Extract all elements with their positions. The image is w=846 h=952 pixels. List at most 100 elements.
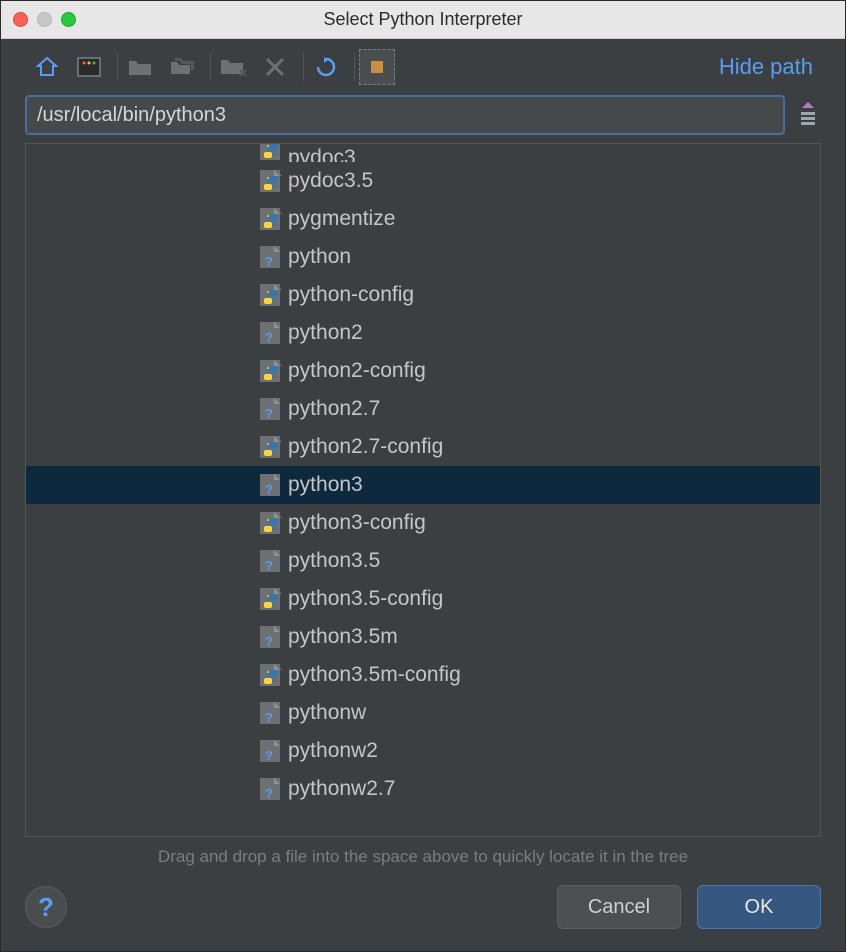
dialog-window: Select Python Interpreter <box>0 0 846 952</box>
toolbar: Hide path <box>1 39 845 95</box>
window-controls <box>13 12 76 27</box>
file-label: pygmentize <box>288 207 395 231</box>
unknown-file-icon: ? <box>258 548 284 574</box>
tree-row[interactable]: ? pythonw2.7 <box>26 770 820 808</box>
copy-folder-button[interactable] <box>164 49 200 85</box>
path-input[interactable] <box>25 95 785 135</box>
toolbar-separator <box>210 53 211 81</box>
folder-stack-icon <box>170 56 194 78</box>
path-row <box>1 95 845 143</box>
file-tree[interactable]: pydoc3 pydoc3.5 pygmentize? python python-co… <box>25 143 821 837</box>
python-file-icon <box>258 510 284 536</box>
tree-row[interactable]: ? python2 <box>26 314 820 352</box>
toolbar-separator <box>303 53 304 81</box>
file-label: python3.5 <box>288 549 380 573</box>
tree-row[interactable]: ? python3.5m <box>26 618 820 656</box>
unknown-file-icon: ? <box>258 738 284 764</box>
file-label: python2.7 <box>288 397 380 421</box>
file-label: python3.5m-config <box>288 663 461 687</box>
file-label: python-config <box>288 283 414 307</box>
folder-icon <box>128 57 152 77</box>
tree-row[interactable]: python3-config <box>26 504 820 542</box>
tree-row[interactable]: pydoc3 <box>26 144 820 162</box>
file-label: python3.5m <box>288 625 398 649</box>
file-label: python3-config <box>288 511 426 535</box>
tree-row[interactable]: ? pythonw2 <box>26 732 820 770</box>
python-file-icon <box>258 282 284 308</box>
python-file-icon <box>258 358 284 384</box>
svg-text:?: ? <box>265 254 273 269</box>
svg-text:?: ? <box>265 634 273 649</box>
help-button[interactable]: ? <box>25 886 67 928</box>
folder-new-icon <box>220 56 246 78</box>
file-label: python3.5-config <box>288 587 443 611</box>
tree-row[interactable]: pydoc3.5 <box>26 162 820 200</box>
project-icon <box>77 57 101 77</box>
tree-row[interactable]: python-config <box>26 276 820 314</box>
svg-text:?: ? <box>265 330 273 345</box>
file-label: python2-config <box>288 359 426 383</box>
home-icon <box>35 55 59 79</box>
history-button[interactable] <box>795 100 821 130</box>
home-button[interactable] <box>29 49 65 85</box>
eye-icon <box>367 57 387 77</box>
window-title: Select Python Interpreter <box>1 9 845 30</box>
project-button[interactable] <box>71 49 107 85</box>
close-window-button[interactable] <box>13 12 28 27</box>
refresh-icon <box>314 55 338 79</box>
refresh-button[interactable] <box>308 49 344 85</box>
svg-text:?: ? <box>265 786 273 801</box>
svg-text:?: ? <box>265 558 273 573</box>
toolbar-separator <box>354 53 355 81</box>
svg-text:?: ? <box>265 406 273 421</box>
bottom-row: ? Cancel OK <box>1 885 845 951</box>
file-label: python3 <box>288 473 363 497</box>
history-icon <box>798 102 818 128</box>
maximize-window-button[interactable] <box>61 12 76 27</box>
minimize-window-button[interactable] <box>37 12 52 27</box>
python-file-icon <box>258 586 284 612</box>
svg-text:?: ? <box>265 482 273 497</box>
python-file-icon <box>258 434 284 460</box>
drop-hint: Drag and drop a file into the space abov… <box>1 837 845 885</box>
cancel-button[interactable]: Cancel <box>557 885 681 929</box>
unknown-file-icon: ? <box>258 472 284 498</box>
unknown-file-icon: ? <box>258 624 284 650</box>
file-label: python <box>288 245 351 269</box>
ok-button[interactable]: OK <box>697 885 821 929</box>
delete-button[interactable] <box>257 49 293 85</box>
unknown-file-icon: ? <box>258 700 284 726</box>
svg-text:?: ? <box>265 748 273 763</box>
file-label: python2.7-config <box>288 435 443 459</box>
close-icon <box>265 57 285 77</box>
unknown-file-icon: ? <box>258 776 284 802</box>
python-file-icon <box>258 144 284 162</box>
unknown-file-icon: ? <box>258 320 284 346</box>
tree-row[interactable]: python2.7-config <box>26 428 820 466</box>
python-file-icon <box>258 168 284 194</box>
file-label: python2 <box>288 321 363 345</box>
tree-row[interactable]: python3.5m-config <box>26 656 820 694</box>
tree-row[interactable]: python2-config <box>26 352 820 390</box>
tree-row[interactable]: ? python2.7 <box>26 390 820 428</box>
file-label: pydoc3.5 <box>288 169 373 193</box>
tree-row[interactable]: ? python3 <box>26 466 820 504</box>
tree-row[interactable]: ?pythonw <box>26 694 820 732</box>
show-hidden-button[interactable] <box>359 49 395 85</box>
tree-row[interactable]: ? python <box>26 238 820 276</box>
python-file-icon <box>258 662 284 688</box>
toolbar-separator <box>117 53 118 81</box>
file-label: pythonw2.7 <box>288 777 395 801</box>
tree-row[interactable]: ? python3.5 <box>26 542 820 580</box>
svg-text:?: ? <box>265 710 273 725</box>
file-label: pydoc3 <box>288 146 356 162</box>
tree-row[interactable]: pygmentize <box>26 200 820 238</box>
hide-path-link[interactable]: Hide path <box>719 54 817 80</box>
new-folder-action-button[interactable] <box>215 49 251 85</box>
unknown-file-icon: ? <box>258 396 284 422</box>
python-file-icon <box>258 206 284 232</box>
file-label: pythonw2 <box>288 739 378 763</box>
unknown-file-icon: ? <box>258 244 284 270</box>
new-folder-button[interactable] <box>122 49 158 85</box>
tree-row[interactable]: python3.5-config <box>26 580 820 618</box>
